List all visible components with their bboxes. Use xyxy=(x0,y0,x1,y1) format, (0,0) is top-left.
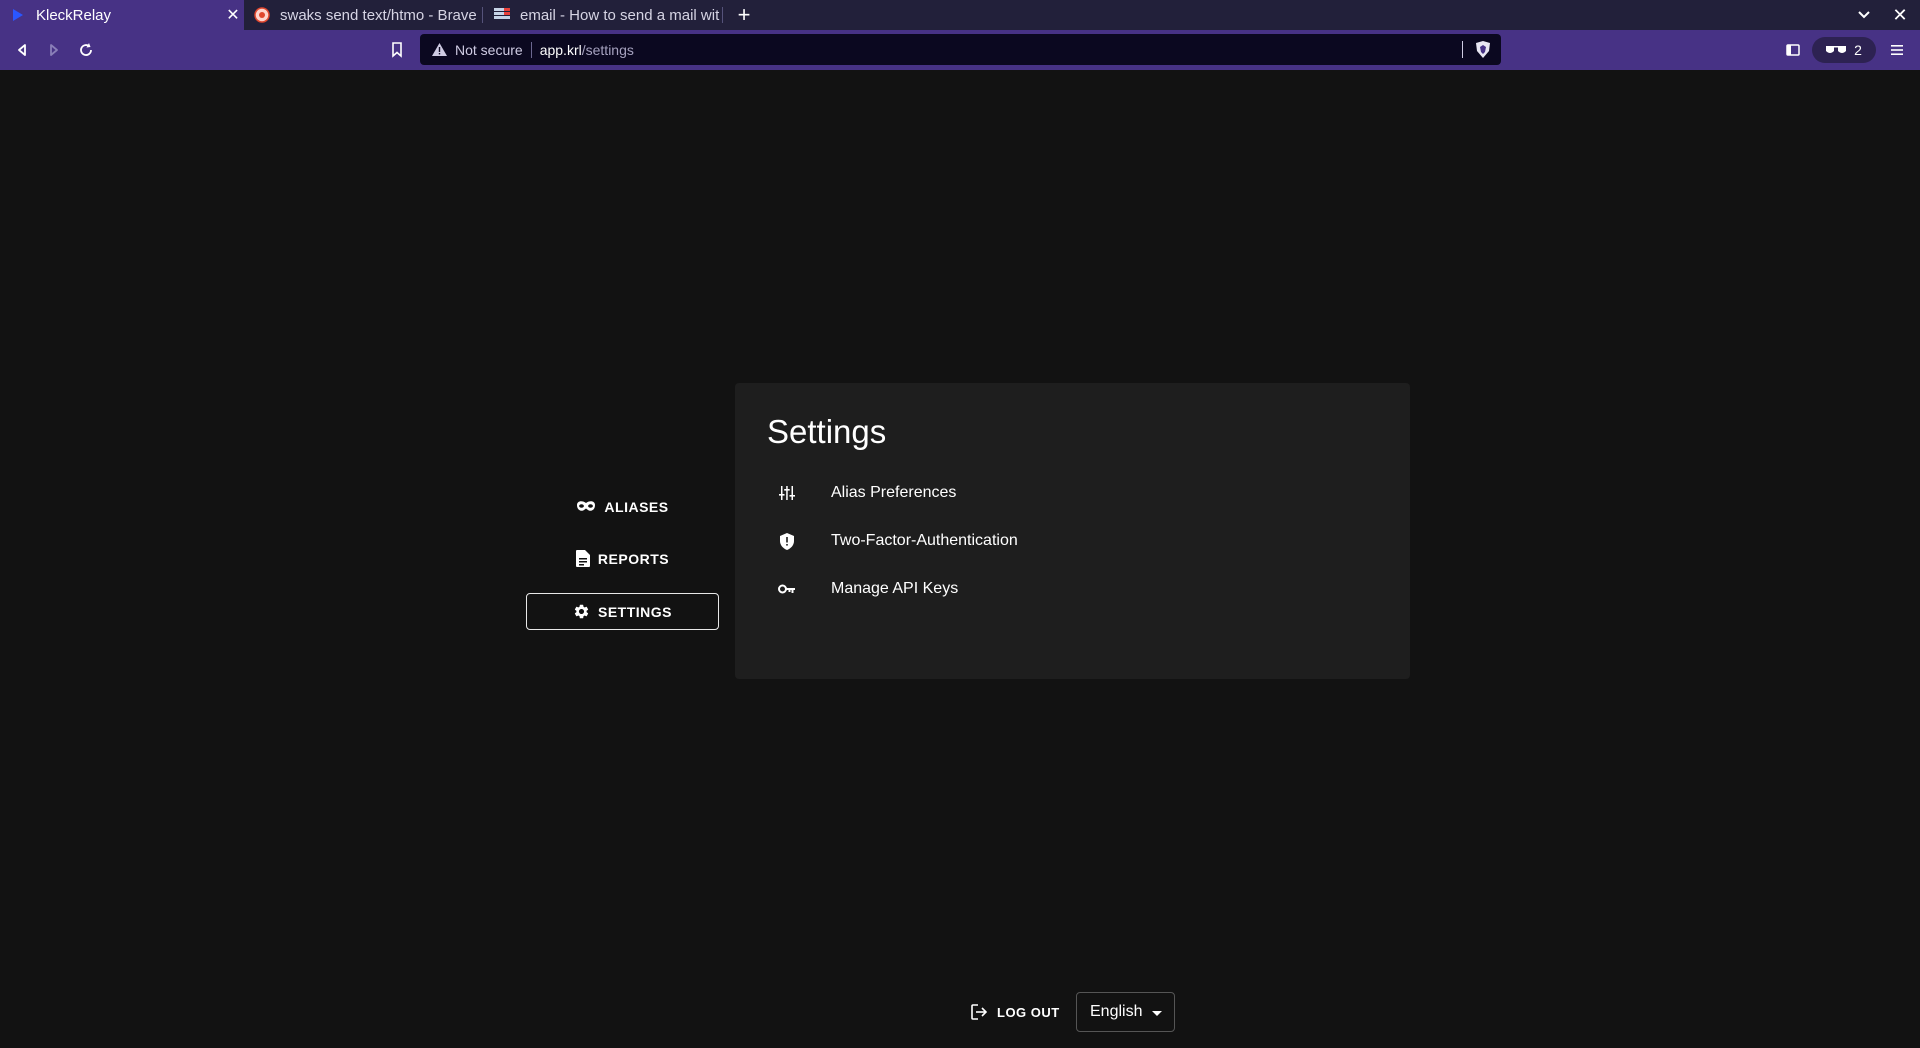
logout-button[interactable]: LOG OUT xyxy=(971,992,1060,1032)
reload-icon[interactable] xyxy=(74,38,98,62)
page-footer: LOG OUT English xyxy=(0,992,1920,1032)
tab-list-chevron-icon[interactable] xyxy=(1852,3,1876,27)
forward-arrow-icon[interactable] xyxy=(42,38,66,62)
language-value: English xyxy=(1090,1003,1143,1020)
settings-card: Settings Alias Preferences Two-Factor-Au… xyxy=(735,383,1410,679)
url-path: /settings xyxy=(581,41,634,58)
stackexchange-favicon xyxy=(494,7,510,23)
nav-reports-label: REPORTS xyxy=(597,550,670,567)
setting-two-factor-authentication[interactable]: Two-Factor-Authentication xyxy=(767,525,1367,557)
brave-search-favicon xyxy=(254,7,270,23)
shield-icon xyxy=(775,529,799,553)
gear-icon xyxy=(574,604,589,619)
address-bar[interactable]: Not secure app.krl/settings xyxy=(420,34,1501,65)
page-title: Settings xyxy=(767,413,887,450)
logout-icon xyxy=(971,1004,988,1020)
tab-swaks[interactable]: swaks send text/htmo - Brave xyxy=(244,0,476,30)
browser-toolbar: Not secure app.krl/settings 2 xyxy=(0,30,1920,70)
chevron-down-icon xyxy=(1152,1010,1163,1016)
back-arrow-icon[interactable] xyxy=(10,38,34,62)
bookmark-icon[interactable] xyxy=(385,38,409,62)
glasses-icon xyxy=(1826,46,1847,53)
sidebar-toggle-icon[interactable] xyxy=(1781,38,1805,62)
nav-settings-label: SETTINGS xyxy=(597,603,672,620)
setting-label: Two-Factor-Authentication xyxy=(831,532,1018,549)
tab-title: email - How to send a mail wit xyxy=(520,6,720,24)
tune-icon xyxy=(775,481,799,505)
nav-settings[interactable]: SETTINGS xyxy=(526,593,719,630)
tab-close-icon[interactable]: ✕ xyxy=(222,5,244,25)
setting-alias-preferences[interactable]: Alias Preferences xyxy=(767,477,1367,509)
nav-reports[interactable]: REPORTS xyxy=(526,540,719,577)
tab-title: KleckRelay xyxy=(36,6,112,24)
key-icon xyxy=(775,577,799,601)
private-windows-counter[interactable]: 2 xyxy=(1812,37,1876,63)
menu-hamburger-icon[interactable] xyxy=(1885,38,1909,62)
tab-strip: KleckRelay ✕ swaks send text/htmo - Brav… xyxy=(0,0,1920,30)
tab-stackexchange[interactable]: email - How to send a mail wit xyxy=(484,0,720,30)
setting-label: Manage API Keys xyxy=(831,580,959,597)
nav-aliases[interactable]: ALIASES xyxy=(526,488,719,525)
tab-title: swaks send text/htmo - Brave xyxy=(280,6,476,24)
kleckrelay-favicon xyxy=(10,7,26,23)
warning-icon xyxy=(431,42,447,58)
setting-manage-api-keys[interactable]: Manage API Keys xyxy=(767,573,1367,605)
new-tab-plus-icon[interactable]: + xyxy=(733,0,755,30)
logout-label: LOG OUT xyxy=(997,1004,1060,1020)
security-status-label[interactable]: Not secure xyxy=(455,42,523,58)
nav-aliases-label: ALIASES xyxy=(604,498,669,515)
private-count: 2 xyxy=(1854,42,1862,58)
language-select[interactable]: English xyxy=(1076,992,1175,1032)
setting-label: Alias Preferences xyxy=(831,484,957,501)
page-content: ALIASES REPORTS SETTINGS Settings Alias … xyxy=(0,70,1920,1048)
window-close-icon[interactable]: ✕ xyxy=(1888,3,1912,27)
url-host: app.krl xyxy=(539,41,582,58)
mask-icon xyxy=(577,500,596,511)
document-icon xyxy=(575,550,590,567)
tab-kleckrelay[interactable]: KleckRelay ✕ xyxy=(0,0,244,30)
brave-shield-icon[interactable] xyxy=(1475,41,1491,58)
